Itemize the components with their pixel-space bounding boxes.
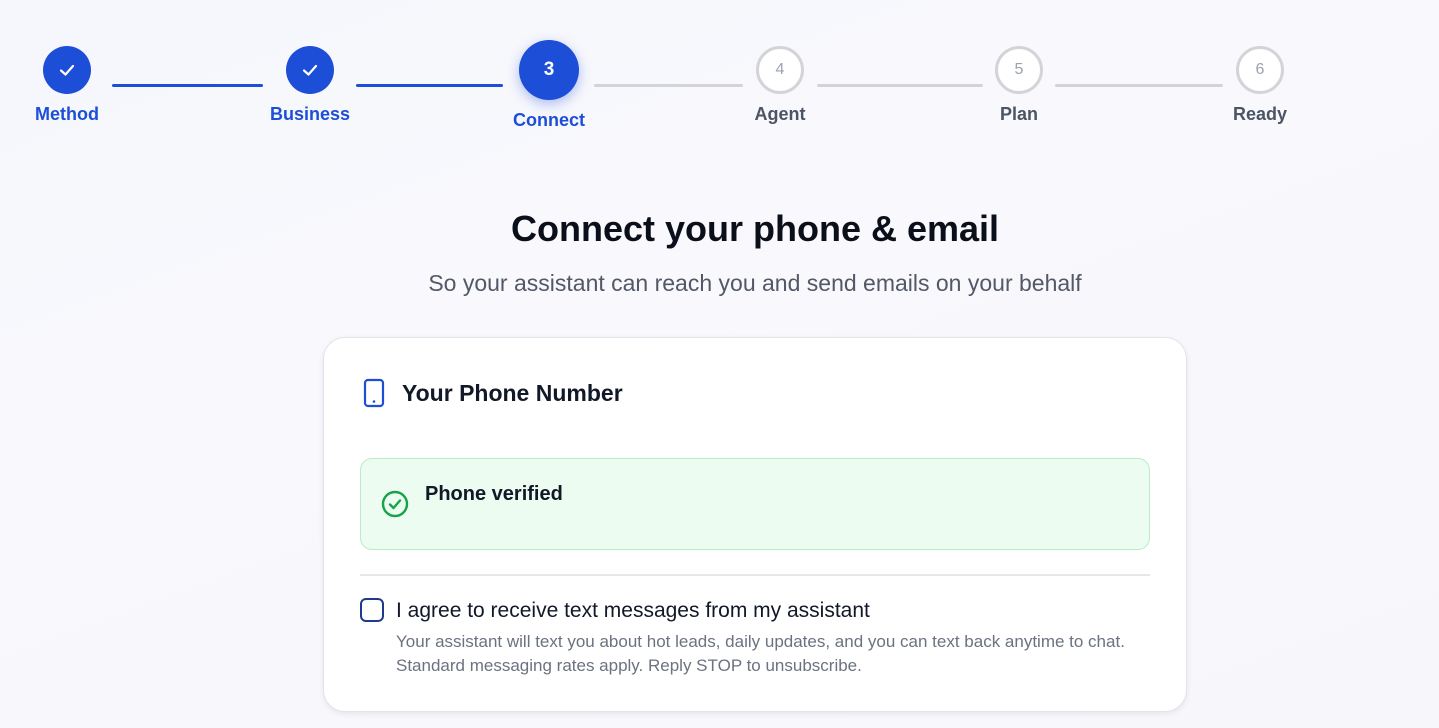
page-title: Connect your phone & email xyxy=(510,208,1000,249)
phone-verified-banner: Phone verified xyxy=(360,458,1150,550)
step-plan-label: Plan xyxy=(999,104,1038,124)
step-agent-label: Agent xyxy=(754,104,806,124)
card-title: Your Phone Number xyxy=(402,379,623,406)
step-business-circle xyxy=(286,46,334,94)
step-connect-label: Connect xyxy=(513,110,585,130)
checkmark-icon xyxy=(302,64,318,76)
step-business[interactable]: Business xyxy=(250,0,370,125)
divider xyxy=(360,574,1150,576)
step-method-circle xyxy=(43,46,91,94)
onboarding-stepper: Method Business 3 Connect 4 Agent 5 Plan… xyxy=(0,0,1439,150)
sms-consent-label[interactable]: I agree to receive text messages from my… xyxy=(396,599,870,623)
step-plan-circle: 5 xyxy=(995,46,1043,94)
step-business-label: Business xyxy=(269,104,351,124)
step-connect-circle: 3 xyxy=(519,40,579,100)
step-agent[interactable]: 4 Agent xyxy=(720,0,840,125)
check-circle-icon xyxy=(381,490,409,518)
step-ready[interactable]: 6 Ready xyxy=(1200,0,1320,125)
card-header: Your Phone Number xyxy=(362,378,623,408)
step-ready-circle: 6 xyxy=(1236,46,1284,94)
step-method[interactable]: Method xyxy=(7,0,127,125)
smartphone-icon xyxy=(363,378,385,408)
step-connect[interactable]: 3 Connect xyxy=(489,0,609,131)
page-subtitle: So your assistant can reach you and send… xyxy=(428,270,1082,296)
step-agent-circle: 4 xyxy=(756,46,804,94)
step-connector-2 xyxy=(356,84,503,87)
step-connector-5 xyxy=(1055,84,1223,87)
sms-consent-checkbox[interactable] xyxy=(360,598,384,622)
phone-verified-text: Phone verified xyxy=(425,483,563,505)
phone-number-card: Your Phone Number Phone verified I agree… xyxy=(323,337,1187,712)
step-method-label: Method xyxy=(35,104,99,124)
sms-consent-description: Your assistant will text you about hot l… xyxy=(396,632,1125,675)
step-plan[interactable]: 5 Plan xyxy=(959,0,1079,125)
step-connector-1 xyxy=(112,84,263,87)
checkmark-icon xyxy=(59,64,75,76)
step-ready-label: Ready xyxy=(1232,104,1288,124)
